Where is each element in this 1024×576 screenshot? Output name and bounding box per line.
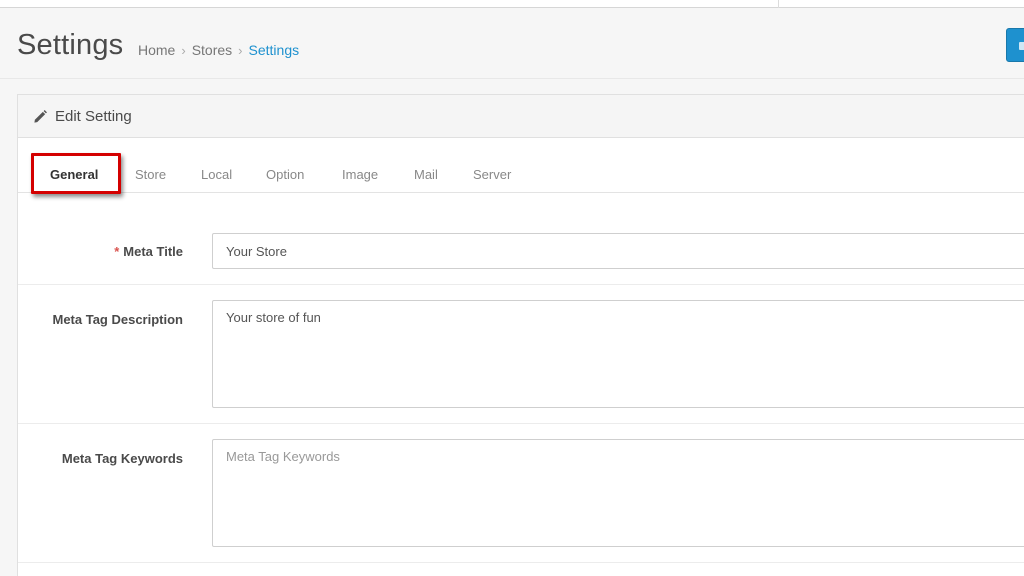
meta-keywords-row: Meta Tag Keywords (18, 424, 1024, 563)
navbar-divider (778, 0, 779, 8)
meta-description-row: Meta Tag Description Your store of fun (18, 285, 1024, 424)
save-icon (1019, 42, 1024, 50)
top-navbar (0, 0, 1024, 8)
page-header: Settings Home › Stores › Settings (0, 9, 1024, 79)
edit-setting-panel: Edit Setting General Store Local Option … (17, 94, 1024, 576)
breadcrumb-settings[interactable]: Settings (249, 42, 300, 58)
tab-option[interactable]: Option (266, 167, 304, 182)
page-title: Settings (17, 29, 124, 61)
tab-local[interactable]: Local (201, 167, 232, 182)
pencil-icon (34, 109, 47, 123)
meta-keywords-textarea[interactable] (212, 439, 1024, 547)
breadcrumb-separator: › (238, 42, 243, 58)
panel-heading: Edit Setting (18, 95, 1024, 138)
breadcrumb-stores[interactable]: Stores (192, 42, 232, 58)
breadcrumb-separator: › (181, 42, 186, 58)
breadcrumb-home[interactable]: Home (138, 42, 175, 58)
tab-store[interactable]: Store (135, 167, 166, 182)
meta-title-label-text: Meta Title (123, 244, 183, 259)
panel-title: Edit Setting (55, 107, 132, 125)
meta-title-row: * Meta Title (18, 194, 1024, 285)
meta-description-label: Meta Tag Description (52, 312, 183, 327)
tab-server[interactable]: Server (473, 167, 511, 182)
meta-title-label: * Meta Title (114, 244, 183, 259)
settings-tabs: General Store Local Option Image Mail Se… (18, 138, 1024, 194)
tab-image[interactable]: Image (342, 167, 378, 182)
tab-mail[interactable]: Mail (414, 167, 438, 182)
required-marker: * (114, 244, 120, 259)
tab-general[interactable]: General (50, 167, 98, 182)
meta-title-input[interactable] (212, 233, 1024, 269)
meta-description-textarea[interactable]: Your store of fun (212, 300, 1024, 408)
breadcrumb: Home › Stores › Settings (138, 42, 299, 58)
meta-keywords-label: Meta Tag Keywords (61, 451, 183, 466)
save-button[interactable] (1006, 28, 1024, 62)
